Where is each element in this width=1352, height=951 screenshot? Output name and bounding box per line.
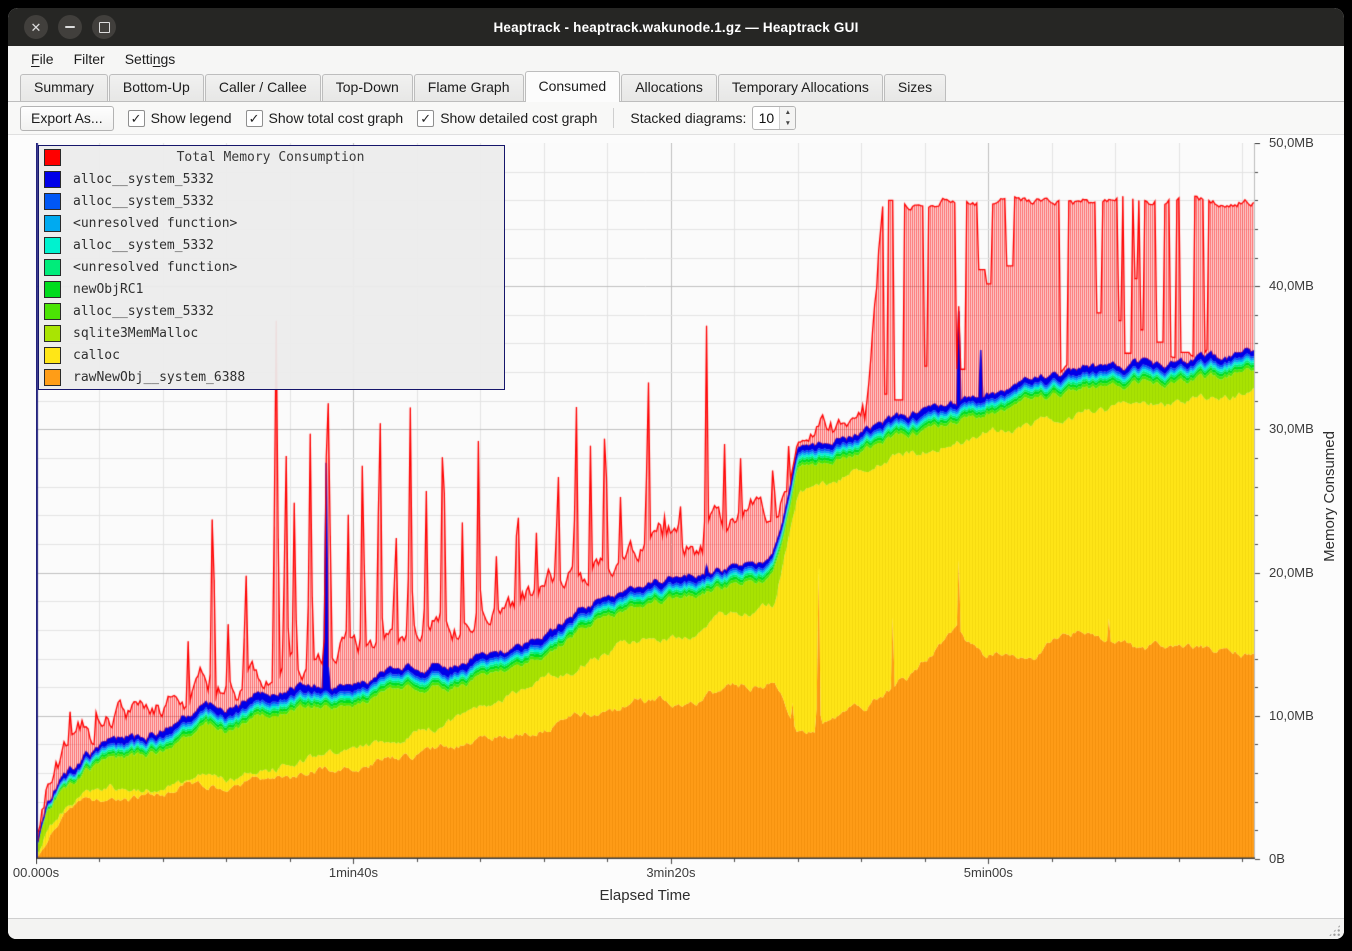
legend-item: calloc xyxy=(39,344,504,366)
y-tick-label: 0B xyxy=(1269,851,1285,866)
legend-item-label: newObjRC1 xyxy=(73,282,143,297)
y-tick-label: 30,0MB xyxy=(1269,421,1314,436)
tab-allocations[interactable]: Allocations xyxy=(621,74,717,101)
menu-bar: FileFilterSettings xyxy=(8,46,1344,71)
resize-grip[interactable] xyxy=(1328,924,1341,937)
legend-title: Total Memory Consumption xyxy=(61,150,504,165)
legend-item-label: <unresolved function> xyxy=(73,260,237,275)
legend-title-row: Total Memory Consumption xyxy=(39,147,504,169)
checkbox-label: Show detailed cost graph xyxy=(440,110,597,126)
tab-caller-callee[interactable]: Caller / Callee xyxy=(205,74,321,101)
legend-item-label: alloc__system_5332 xyxy=(73,304,214,319)
menu-item-filter[interactable]: Filter xyxy=(64,49,115,69)
legend-item: alloc__system_5332 xyxy=(39,191,504,213)
legend-item: <unresolved function> xyxy=(39,213,504,235)
y-tick-label: 50,0MB xyxy=(1269,135,1314,150)
x-tick-label: 00.000s xyxy=(8,865,71,880)
toolbar-separator xyxy=(613,108,614,128)
minimize-button[interactable] xyxy=(58,15,82,39)
checkbox-show-legend[interactable]: ✓ Show legend xyxy=(128,110,232,127)
tab-flame-graph[interactable]: Flame Graph xyxy=(414,74,524,101)
y-tick-label: 20,0MB xyxy=(1269,565,1314,580)
legend-swatch xyxy=(44,347,61,364)
app-window: ✕ Heaptrack - heaptrack.wakunode.1.gz — … xyxy=(8,8,1344,939)
tab-bottom-up[interactable]: Bottom-Up xyxy=(109,74,204,101)
checkbox-show-detailed-cost-graph[interactable]: ✓ Show detailed cost graph xyxy=(417,110,597,127)
legend-item-label: alloc__system_5332 xyxy=(73,172,214,187)
tab-sizes[interactable]: Sizes xyxy=(884,74,946,101)
stacked-diagrams-spinbox[interactable]: 10 ▲ ▼ xyxy=(752,106,796,130)
legend-swatch xyxy=(44,303,61,320)
tab-temporary-allocations[interactable]: Temporary Allocations xyxy=(718,74,883,101)
checkbox-icon[interactable]: ✓ xyxy=(417,110,434,127)
legend-item-label: alloc__system_5332 xyxy=(73,238,214,253)
tab-consumed[interactable]: Consumed xyxy=(525,71,621,102)
y-axis-title: Memory Consumed xyxy=(1321,431,1338,562)
stacked-diagrams-label: Stacked diagrams: xyxy=(630,110,746,126)
legend-item-label: alloc__system_5332 xyxy=(73,194,214,209)
title-bar: ✕ Heaptrack - heaptrack.wakunode.1.gz — … xyxy=(8,8,1344,46)
legend-item: sqlite3MemMalloc xyxy=(39,322,504,344)
checkbox-icon[interactable]: ✓ xyxy=(246,110,263,127)
legend-item-label: calloc xyxy=(73,348,120,363)
y-tick-label: 40,0MB xyxy=(1269,278,1314,293)
legend-swatch xyxy=(44,215,61,232)
status-bar xyxy=(8,918,1344,939)
legend-swatch xyxy=(44,149,61,166)
spin-up-icon[interactable]: ▲ xyxy=(780,107,795,118)
legend-swatch xyxy=(44,259,61,276)
maximize-button[interactable] xyxy=(92,15,116,39)
legend-item: alloc__system_5332 xyxy=(39,169,504,191)
legend-swatch xyxy=(44,325,61,342)
close-button[interactable]: ✕ xyxy=(24,15,48,39)
legend-swatch xyxy=(44,237,61,254)
spin-down-icon[interactable]: ▼ xyxy=(780,118,795,129)
toolbar: Export As... ✓ Show legend ✓ Show total cos… xyxy=(8,102,1344,135)
legend-swatch xyxy=(44,369,61,386)
y-tick-label: 10,0MB xyxy=(1269,708,1314,723)
window-title: Heaptrack - heaptrack.wakunode.1.gz — He… xyxy=(493,20,858,35)
legend-item-label: <unresolved function> xyxy=(73,216,237,231)
chart-legend: Total Memory Consumption alloc__system_53… xyxy=(38,145,505,390)
checkbox-show-total-cost-graph[interactable]: ✓ Show total cost graph xyxy=(246,110,404,127)
checkbox-icon[interactable]: ✓ xyxy=(128,110,145,127)
checkbox-label: Show total cost graph xyxy=(269,110,404,126)
tab-top-down[interactable]: Top-Down xyxy=(322,74,413,101)
checkbox-label: Show legend xyxy=(151,110,232,126)
export-as-button[interactable]: Export As... xyxy=(20,106,114,131)
tab-bar: SummaryBottom-UpCaller / CalleeTop-DownF… xyxy=(8,71,1344,102)
menu-item-settings[interactable]: Settings xyxy=(115,49,186,69)
legend-swatch xyxy=(44,193,61,210)
window-controls: ✕ xyxy=(24,15,116,39)
legend-item-label: rawNewObj__system_6388 xyxy=(73,370,245,385)
legend-item: alloc__system_5332 xyxy=(39,235,504,257)
legend-item-label: sqlite3MemMalloc xyxy=(73,326,198,341)
x-tick-label: 1min40s xyxy=(318,865,388,880)
legend-item: <unresolved function> xyxy=(39,257,504,279)
menu-item-file[interactable]: File xyxy=(21,49,64,69)
legend-item: newObjRC1 xyxy=(39,278,504,300)
x-tick-label: 5min00s xyxy=(953,865,1023,880)
x-tick-label: 3min20s xyxy=(636,865,706,880)
x-axis-title: Elapsed Time xyxy=(565,887,725,904)
chart-region: 00.000s 1min40s 3min20s 5min00s 0B 10,0MB 20,0… xyxy=(8,135,1344,918)
stacked-diagrams-value[interactable]: 10 xyxy=(753,107,779,129)
legend-item: rawNewObj__system_6388 xyxy=(39,366,504,388)
legend-swatch xyxy=(44,281,61,298)
toolbar-checkboxes: ✓ Show legend ✓ Show total cost graph ✓ Show … xyxy=(128,110,598,127)
legend-item: alloc__system_5332 xyxy=(39,300,504,322)
legend-swatch xyxy=(44,171,61,188)
tab-summary[interactable]: Summary xyxy=(20,74,108,101)
